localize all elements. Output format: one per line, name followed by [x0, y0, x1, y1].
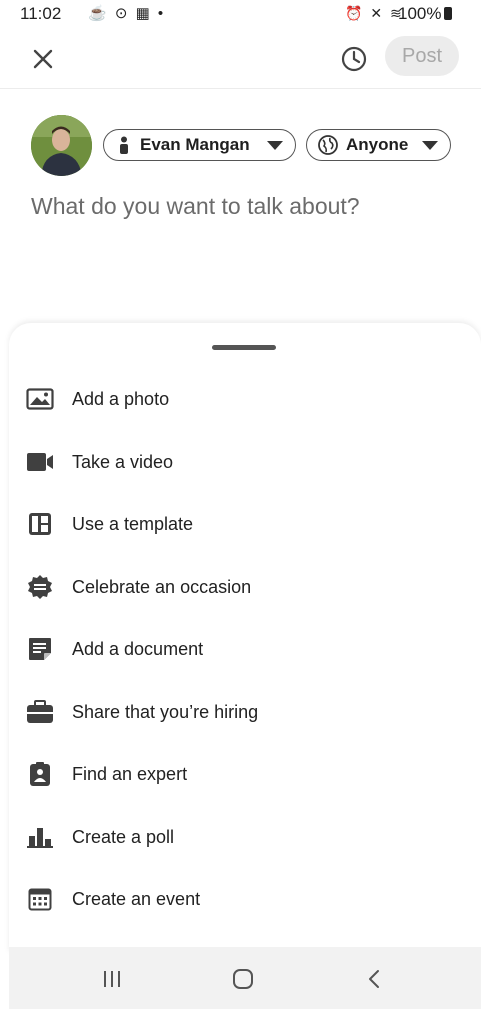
post-button[interactable]: Post: [385, 36, 459, 76]
author-name: Evan Mangan: [140, 135, 250, 154]
audience-label: Anyone: [346, 135, 409, 154]
poll-icon: [25, 824, 55, 850]
chevron-down-icon: [422, 140, 438, 150]
video-icon: [25, 449, 55, 475]
recents-button[interactable]: [97, 965, 127, 993]
action-label: Find an expert: [72, 763, 188, 784]
schedule-button[interactable]: [340, 45, 368, 73]
status-time: 11:02: [20, 4, 62, 23]
create-poll-action[interactable]: Create a poll: [9, 812, 481, 862]
clock-icon: [341, 46, 367, 72]
action-sheet: Add a photo Take a video Use a template …: [9, 323, 481, 953]
action-label: Take a video: [72, 451, 174, 472]
expert-icon: [25, 761, 55, 787]
chevron-down-icon: [267, 140, 283, 150]
add-document-action[interactable]: Add a document: [9, 624, 481, 674]
photo-icon: [25, 386, 55, 412]
avatar-photo: [31, 115, 92, 176]
notification-icons: ☕ ⊙ ▦ •: [88, 5, 166, 22]
share-hiring-action[interactable]: Share that you’re hiring: [9, 687, 481, 737]
globe-icon: [318, 135, 338, 155]
back-icon: [369, 970, 379, 988]
action-label: Add a document: [72, 638, 204, 659]
close-button[interactable]: [30, 46, 56, 72]
drag-handle[interactable]: [212, 345, 276, 350]
calendar-icon: [25, 886, 55, 912]
top-bar: Post: [0, 30, 481, 89]
action-label: Celebrate an occasion: [72, 576, 252, 597]
person-icon: [120, 136, 128, 154]
avatar: [31, 115, 92, 176]
template-icon: [25, 511, 55, 537]
add-photo-action[interactable]: Add a photo: [9, 374, 481, 424]
celebrate-icon: [25, 574, 55, 600]
find-expert-action[interactable]: Find an expert: [9, 749, 481, 799]
recents-icon: [104, 971, 120, 987]
battery-percent: 100%: [398, 4, 442, 23]
home-button[interactable]: [228, 965, 258, 993]
status-bar: 11:02 ☕ ⊙ ▦ • ⏰ ✕ ≋ 100%: [0, 0, 481, 30]
action-label: Add a photo: [72, 388, 170, 409]
action-label: Create a poll: [72, 826, 175, 847]
battery-icon: [444, 7, 453, 20]
audience-selector[interactable]: Anyone: [306, 129, 451, 161]
post-text-input[interactable]: What do you want to talk about?: [31, 193, 360, 220]
take-video-action[interactable]: Take a video: [9, 437, 481, 487]
battery-status: 100%: [398, 4, 453, 24]
close-icon: [33, 49, 53, 69]
action-label: Use a template: [72, 513, 194, 534]
system-nav-bar: [9, 947, 481, 1009]
use-template-action[interactable]: Use a template: [9, 499, 481, 549]
action-label: Share that you’re hiring: [72, 701, 259, 722]
home-icon: [233, 969, 253, 989]
celebrate-occasion-action[interactable]: Celebrate an occasion: [9, 562, 481, 612]
briefcase-icon: [25, 699, 55, 725]
action-label: Create an event: [72, 888, 201, 909]
create-event-action[interactable]: Create an event: [9, 874, 481, 924]
system-icons: ⏰ ✕ ≋: [345, 5, 404, 21]
back-button[interactable]: [360, 965, 390, 993]
document-icon: [25, 636, 55, 662]
author-selector[interactable]: Evan Mangan: [103, 129, 296, 161]
